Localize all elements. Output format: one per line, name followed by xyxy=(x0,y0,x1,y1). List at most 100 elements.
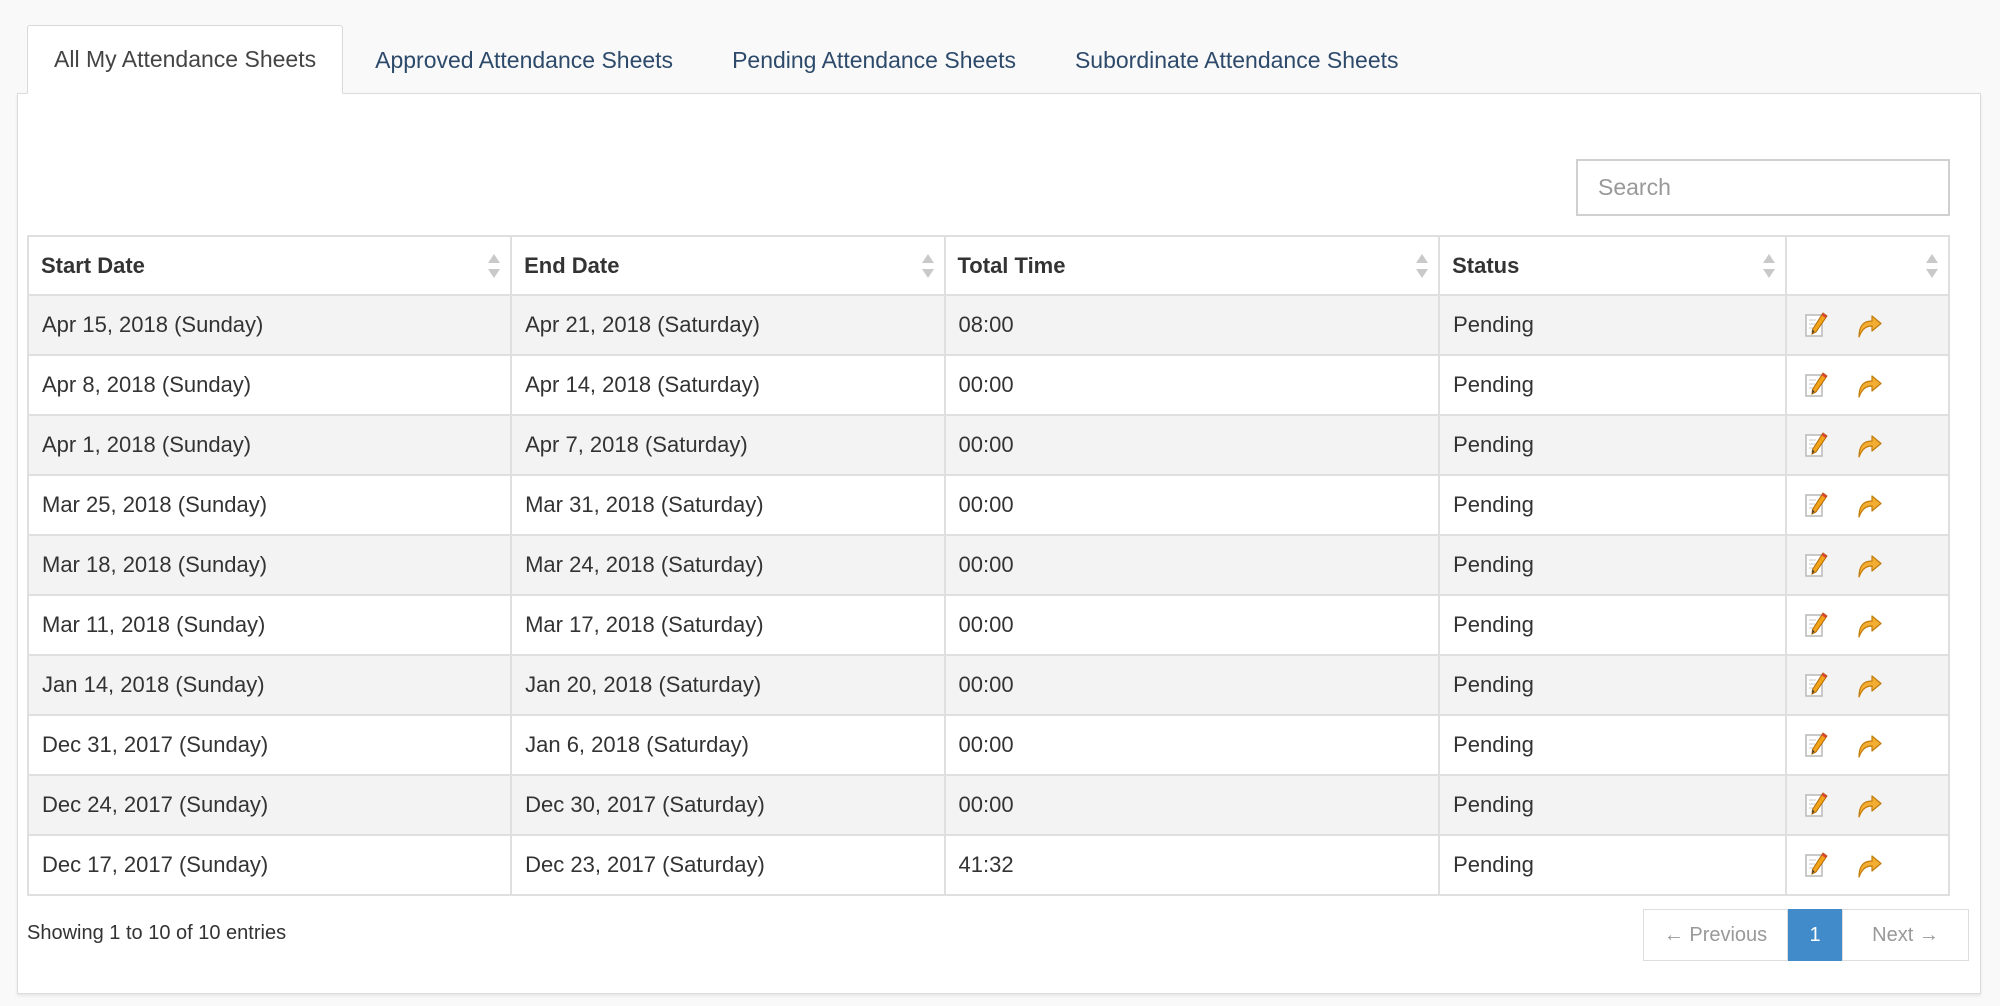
cell-actions xyxy=(1784,594,1951,656)
column-header-label: Status xyxy=(1452,252,1520,278)
cell-start-date: Mar 25, 2018 (Sunday) xyxy=(26,474,513,536)
cell-status: Pending xyxy=(1438,774,1787,836)
sort-icon xyxy=(1762,253,1775,278)
tab-subordinate-attendance-sheets[interactable]: Subordinate Attendance Sheets xyxy=(1048,25,1426,94)
column-header-label: Start Date xyxy=(41,252,145,278)
cell-status: Pending xyxy=(1438,354,1787,416)
tab-bar: All My Attendance Sheets Approved Attend… xyxy=(27,25,1426,94)
cell-end-date: Apr 7, 2018 (Saturday) xyxy=(510,414,946,476)
row-actions xyxy=(1800,430,1935,460)
cell-start-date: Mar 18, 2018 (Sunday) xyxy=(26,534,513,596)
cell-total-time: 00:00 xyxy=(943,534,1441,596)
submit-arrow-icon[interactable] xyxy=(1854,730,1884,760)
cell-start-date: Dec 31, 2017 (Sunday) xyxy=(26,714,513,776)
attendance-table: Start Date End Date Total Time Status Ap… xyxy=(26,235,1951,896)
edit-icon[interactable] xyxy=(1802,670,1832,700)
table-row: Apr 15, 2018 (Sunday) Apr 21, 2018 (Satu… xyxy=(26,294,1951,356)
cell-status: Pending xyxy=(1438,834,1787,896)
submit-arrow-icon[interactable] xyxy=(1854,790,1884,820)
row-actions xyxy=(1800,790,1935,820)
tab-all-my-attendance-sheets[interactable]: All My Attendance Sheets xyxy=(27,25,344,94)
cell-start-date: Apr 8, 2018 (Sunday) xyxy=(26,354,513,416)
cell-start-date: Mar 11, 2018 (Sunday) xyxy=(26,594,513,656)
cell-total-time: 41:32 xyxy=(943,834,1441,896)
cell-end-date: Apr 21, 2018 (Saturday) xyxy=(510,294,946,356)
tab-approved-attendance-sheets[interactable]: Approved Attendance Sheets xyxy=(348,25,700,94)
submit-arrow-icon[interactable] xyxy=(1854,850,1884,880)
cell-end-date: Jan 20, 2018 (Saturday) xyxy=(510,654,946,716)
edit-icon[interactable] xyxy=(1802,430,1832,460)
column-header-start-date[interactable]: Start Date xyxy=(26,235,513,296)
cell-total-time: 00:00 xyxy=(943,414,1441,476)
row-actions xyxy=(1800,670,1935,700)
cell-actions xyxy=(1784,714,1951,776)
edit-icon[interactable] xyxy=(1802,490,1832,520)
table-row: Dec 17, 2017 (Sunday) Dec 23, 2017 (Satu… xyxy=(26,834,1951,896)
submit-arrow-icon[interactable] xyxy=(1854,430,1884,460)
column-header-total-time[interactable]: Total Time xyxy=(943,235,1441,296)
cell-total-time: 00:00 xyxy=(943,594,1441,656)
tab-panel: Start Date End Date Total Time Status Ap… xyxy=(17,93,1981,994)
submit-arrow-icon[interactable] xyxy=(1854,610,1884,640)
table-row: Mar 11, 2018 (Sunday) Mar 17, 2018 (Satu… xyxy=(26,594,1951,656)
table-row: Mar 25, 2018 (Sunday) Mar 31, 2018 (Satu… xyxy=(26,474,1951,536)
column-header-end-date[interactable]: End Date xyxy=(510,235,946,296)
edit-icon[interactable] xyxy=(1802,310,1832,340)
search-input[interactable] xyxy=(1576,159,1950,216)
cell-actions xyxy=(1784,354,1951,416)
submit-arrow-icon[interactable] xyxy=(1854,670,1884,700)
previous-page-button[interactable]: ← Previous xyxy=(1643,909,1788,961)
submit-arrow-icon[interactable] xyxy=(1854,370,1884,400)
table-row: Apr 8, 2018 (Sunday) Apr 14, 2018 (Satur… xyxy=(26,354,1951,416)
submit-arrow-icon[interactable] xyxy=(1854,490,1884,520)
cell-end-date: Mar 17, 2018 (Saturday) xyxy=(510,594,946,656)
cell-status: Pending xyxy=(1438,534,1787,596)
submit-arrow-icon[interactable] xyxy=(1854,310,1884,340)
edit-icon[interactable] xyxy=(1802,730,1832,760)
pagination: ← Previous 1 Next → xyxy=(1643,909,1969,961)
cell-actions xyxy=(1784,774,1951,836)
cell-start-date: Apr 1, 2018 (Sunday) xyxy=(26,414,513,476)
table-body: Apr 15, 2018 (Sunday) Apr 21, 2018 (Satu… xyxy=(26,294,1951,896)
cell-actions xyxy=(1784,654,1951,716)
cell-total-time: 08:00 xyxy=(943,294,1441,356)
row-actions xyxy=(1800,610,1935,640)
column-header-label: Total Time xyxy=(957,252,1066,278)
cell-start-date: Apr 15, 2018 (Sunday) xyxy=(26,294,513,356)
tab-pending-attendance-sheets[interactable]: Pending Attendance Sheets xyxy=(705,25,1043,94)
cell-total-time: 00:00 xyxy=(943,714,1441,776)
edit-icon[interactable] xyxy=(1802,850,1832,880)
cell-end-date: Mar 31, 2018 (Saturday) xyxy=(510,474,946,536)
table-info: Showing 1 to 10 of 10 entries xyxy=(27,922,287,944)
cell-total-time: 00:00 xyxy=(943,654,1441,716)
cell-status: Pending xyxy=(1438,594,1787,656)
table-header-row: Start Date End Date Total Time Status xyxy=(26,235,1951,296)
edit-icon[interactable] xyxy=(1802,370,1832,400)
next-page-button[interactable]: Next → xyxy=(1842,909,1969,961)
cell-status: Pending xyxy=(1438,714,1787,776)
row-actions xyxy=(1800,850,1935,880)
cell-actions xyxy=(1784,534,1951,596)
column-header-label: End Date xyxy=(524,252,620,278)
cell-end-date: Dec 23, 2017 (Saturday) xyxy=(510,834,946,896)
table-row: Dec 24, 2017 (Sunday) Dec 30, 2017 (Satu… xyxy=(26,774,1951,836)
cell-actions xyxy=(1784,834,1951,896)
edit-icon[interactable] xyxy=(1802,790,1832,820)
page-1-button[interactable]: 1 xyxy=(1788,909,1842,961)
submit-arrow-icon[interactable] xyxy=(1854,550,1884,580)
cell-status: Pending xyxy=(1438,654,1787,716)
column-header-status[interactable]: Status xyxy=(1438,235,1787,296)
sort-icon xyxy=(1416,253,1429,278)
sort-icon xyxy=(921,253,934,278)
cell-start-date: Jan 14, 2018 (Sunday) xyxy=(26,654,513,716)
cell-actions xyxy=(1784,414,1951,476)
cell-end-date: Jan 6, 2018 (Saturday) xyxy=(510,714,946,776)
column-header-actions[interactable] xyxy=(1784,235,1951,296)
cell-total-time: 00:00 xyxy=(943,474,1441,536)
edit-icon[interactable] xyxy=(1802,550,1832,580)
table-row: Apr 1, 2018 (Sunday) Apr 7, 2018 (Saturd… xyxy=(26,414,1951,476)
row-actions xyxy=(1800,370,1935,400)
cell-total-time: 00:00 xyxy=(943,354,1441,416)
edit-icon[interactable] xyxy=(1802,610,1832,640)
cell-actions xyxy=(1784,474,1951,536)
